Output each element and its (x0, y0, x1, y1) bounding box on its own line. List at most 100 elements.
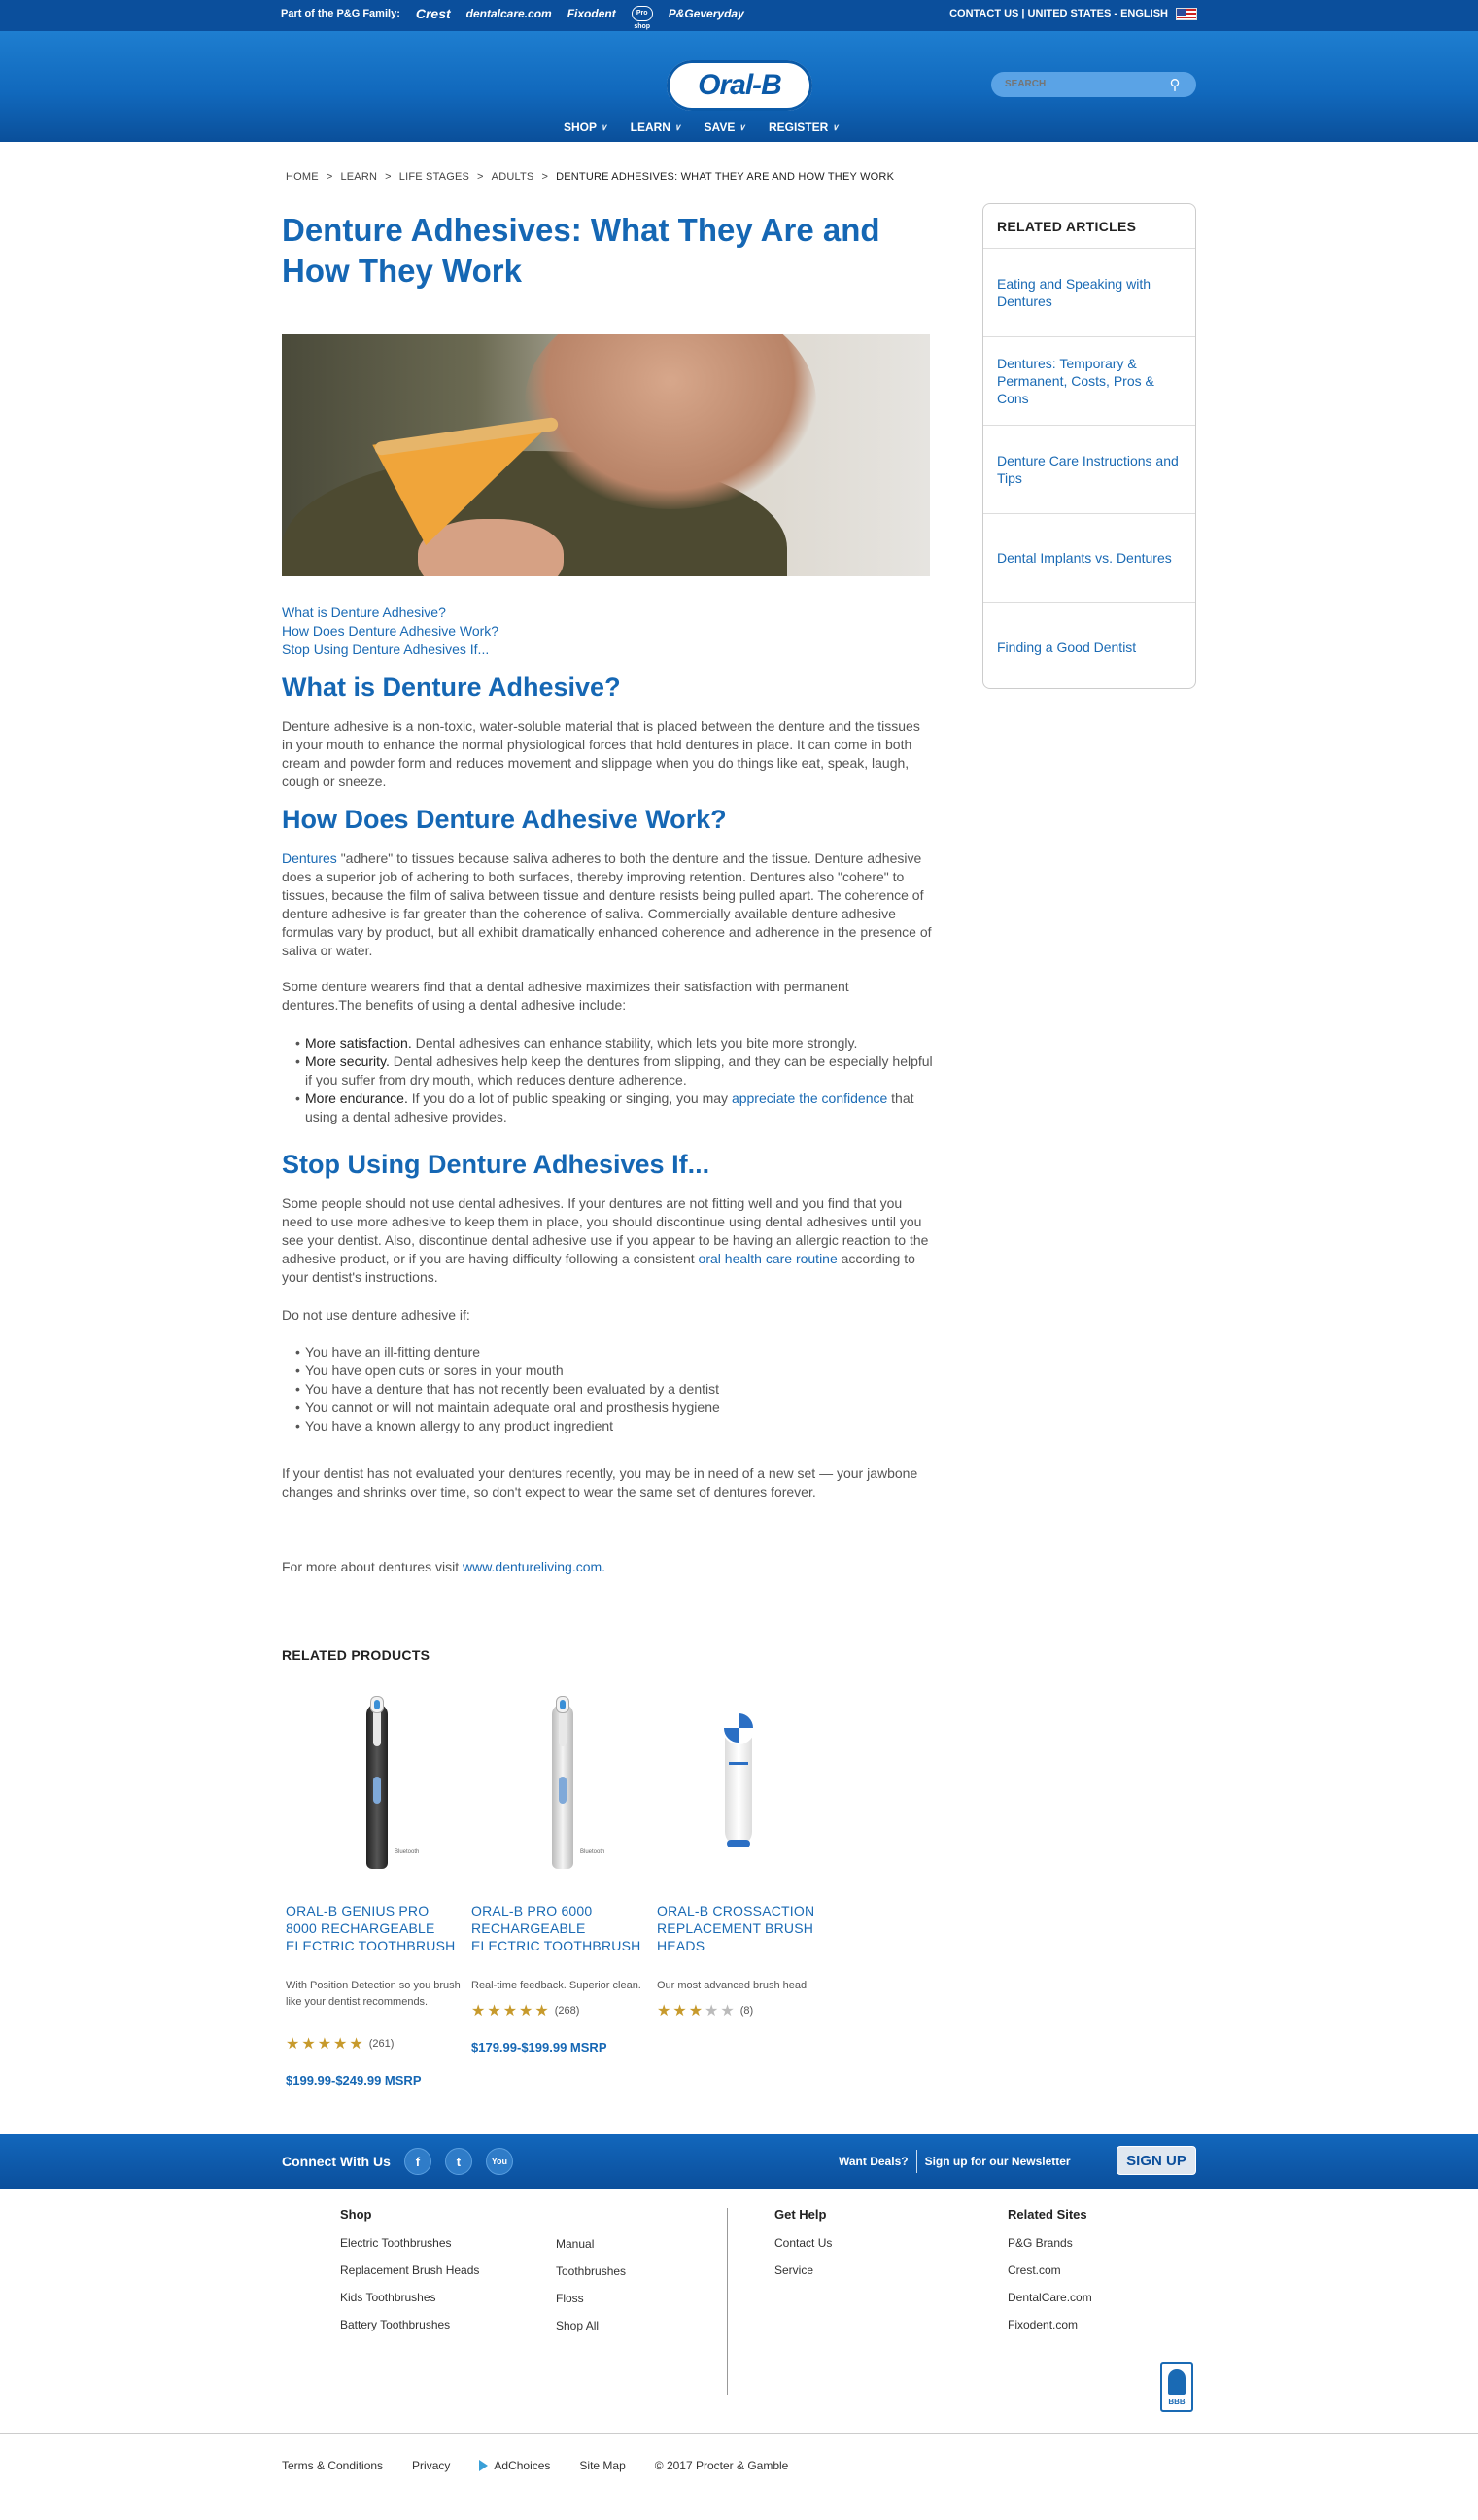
related-articles-title: RELATED ARTICLES (983, 204, 1195, 249)
related-article-link[interactable]: Eating and Speaking with Dentures (983, 249, 1195, 337)
us-flag-icon[interactable] (1176, 7, 1197, 20)
more-about-dentures: For more about dentures visit www.dentur… (282, 1559, 606, 1574)
footer-heading-shop: Shop (340, 2207, 372, 2222)
nav-learn[interactable]: LEARN ∨ (631, 121, 681, 134)
footer-link[interactable]: Kids Toothbrushes (340, 2290, 479, 2317)
dentalcare-link[interactable]: dentalcare.com (466, 7, 552, 20)
product-name-link[interactable]: ORAL-B CROSSACTION REPLACEMENT BRUSH HEA… (657, 1902, 832, 1954)
nav-register[interactable]: REGISTER ∨ (769, 121, 839, 134)
product-rating[interactable]: ★★★★★ (268) (471, 2001, 646, 2020)
related-article-link[interactable]: Finding a Good Dentist (983, 603, 1195, 691)
list-item: More security. Dental adhesives help kee… (295, 1053, 937, 1089)
footer-link[interactable]: Fixodent.com (1008, 2317, 1092, 2344)
footer-link[interactable]: DentalCare.com (1008, 2290, 1092, 2317)
contact-locale-link[interactable]: CONTACT US | UNITED STATES - ENGLISH (949, 8, 1168, 19)
footer-related-sites-column: Related Sites P&G Brands Crest.com Denta… (1008, 2207, 1092, 2344)
twitter-icon[interactable]: t (444, 2148, 472, 2175)
breadcrumb-adults[interactable]: ADULTS (492, 171, 534, 183)
pro-shop-link[interactable]: Pro shop (631, 6, 653, 30)
breadcrumb-learn[interactable]: LEARN (340, 171, 377, 183)
nav-save[interactable]: SAVE ∨ (705, 121, 745, 134)
footer-link[interactable]: Crest.com (1008, 2262, 1092, 2290)
oral-health-routine-link[interactable]: oral health care routine (699, 1251, 838, 1266)
closing-paragraph: If your dentist has not evaluated your d… (282, 1466, 918, 1500)
facebook-icon[interactable]: f (403, 2148, 431, 2175)
privacy-link[interactable]: Privacy (412, 2459, 450, 2472)
nav-shop[interactable]: SHOP ∨ (564, 121, 607, 134)
chevron-down-icon: ∨ (832, 121, 839, 132)
dentures-link[interactable]: Dentures (282, 850, 337, 866)
footer-link[interactable]: Replacement Brush Heads (340, 2262, 479, 2290)
site-map-link[interactable]: Site Map (579, 2459, 625, 2472)
footer-help-column: Get Help Contact Us Service (774, 2207, 832, 2290)
connect-band: Connect With Us f t You Want Deals? Sign… (0, 2134, 1478, 2189)
legal-links: Terms & Conditions Privacy AdChoices Sit… (282, 2459, 788, 2472)
related-article-link[interactable]: Dentures: Temporary & Permanent, Costs, … (983, 337, 1195, 426)
oral-b-logo[interactable]: Oral-B (667, 60, 812, 111)
locale-links: CONTACT US | UNITED STATES - ENGLISH (949, 0, 1197, 27)
footer-shop-column: Shop Electric Toothbrushes Replacement B… (340, 2207, 479, 2344)
product-rating[interactable]: ★★★★★ (8) (657, 2001, 832, 2020)
product-description: With Position Detection so you brush lik… (286, 1980, 461, 2008)
crest-link[interactable]: Crest (416, 6, 451, 21)
related-article-link[interactable]: Denture Care Instructions and Tips (983, 426, 1195, 514)
section-body-benefits-intro: Some denture wearers find that a dental … (282, 979, 849, 1013)
product-name-link[interactable]: ORAL-B GENIUS PRO 8000 RECHARGEABLE ELEC… (286, 1902, 461, 1954)
toc-link-what-is[interactable]: What is Denture Adhesive? (282, 604, 498, 622)
product-image-pro-6000[interactable]: Bluetooth (471, 1696, 646, 1871)
related-products-title: RELATED PRODUCTS (282, 1647, 430, 1663)
benefits-list: More satisfaction. Dental adhesives can … (295, 1034, 937, 1126)
footer-heading-related-sites: Related Sites (1008, 2207, 1087, 2222)
list-item: You have a denture that has not recently… (295, 1380, 937, 1398)
footer-link[interactable]: Contact Us (774, 2235, 832, 2262)
product-card: Bluetooth ORAL-B PRO 6000 RECHARGEABLE E… (471, 1696, 646, 2054)
section-heading-how-works: How Does Denture Adhesive Work? (282, 805, 727, 834)
footer-link[interactable]: Service (774, 2262, 832, 2290)
fixodent-link[interactable]: Fixodent (567, 7, 616, 20)
bluetooth-badge: Bluetooth (580, 1849, 605, 1855)
page-title: Denture Adhesives: What They Are and How… (282, 212, 880, 289)
terms-link[interactable]: Terms & Conditions (282, 2459, 383, 2472)
search-icon[interactable]: ⚲ (1162, 74, 1187, 95)
youtube-icon[interactable]: You (485, 2148, 513, 2175)
copyright-text: © 2017 Procter & Gamble (654, 2459, 789, 2472)
toc-link-stop-using[interactable]: Stop Using Denture Adhesives If... (282, 640, 498, 659)
product-price: $179.99-$199.99 MSRP (471, 2040, 607, 2054)
breadcrumb-life-stages[interactable]: LIFE STAGES (399, 171, 469, 183)
product-image-genius-8000[interactable]: Bluetooth (286, 1696, 461, 1871)
connect-label: Connect With Us (282, 2154, 391, 2169)
pg-family-bar: Part of the P&G Family: Crest dentalcare… (0, 0, 1478, 31)
pg-everyday-link[interactable]: P&Geveryday (669, 7, 744, 20)
footer-link[interactable]: Manual (556, 2236, 626, 2263)
product-rating[interactable]: ★★★★★ (261) (286, 2034, 461, 2054)
chevron-down-icon: ∨ (739, 121, 745, 132)
footer-link[interactable]: Electric Toothbrushes (340, 2235, 479, 2262)
product-image-crossaction-heads[interactable] (657, 1696, 832, 1871)
chevron-down-icon: ∨ (673, 121, 681, 132)
bluetooth-badge: Bluetooth (395, 1849, 420, 1855)
site-header: Oral-B ⚲ SHOP∨ LEARN∨ SAVE∨ REGISTER∨ (0, 31, 1478, 142)
breadcrumb-home[interactable]: HOME (286, 171, 319, 183)
footer-link[interactable]: Shop All (556, 2318, 626, 2345)
sign-up-button[interactable]: SIGN UP (1117, 2146, 1196, 2175)
footer-link[interactable]: Floss (556, 2291, 626, 2318)
list-item: You cannot or will not maintain adequate… (295, 1398, 937, 1417)
product-name-link[interactable]: ORAL-B PRO 6000 RECHARGEABLE ELECTRIC TO… (471, 1902, 646, 1954)
footer-link[interactable]: Battery Toothbrushes (340, 2317, 479, 2344)
dentureliving-link[interactable]: www.dentureliving.com. (463, 1559, 605, 1574)
footer-link[interactable]: Toothbrushes (556, 2263, 626, 2291)
bbb-accreditation-icon[interactable]: BBB (1160, 2362, 1193, 2412)
hero-image-man-eating-pizza (282, 334, 930, 576)
do-not-use-list: You have an ill-fitting denture You have… (295, 1343, 937, 1435)
list-item: You have a known allergy to any product … (295, 1417, 937, 1435)
adchoices-link[interactable]: AdChoices (479, 2459, 550, 2472)
list-item: You have open cuts or sores in your mout… (295, 1362, 937, 1380)
appreciate-confidence-link[interactable]: appreciate the confidence (732, 1090, 887, 1106)
do-not-use-intro: Do not use denture adhesive if: (282, 1307, 470, 1323)
toc-link-how-works[interactable]: How Does Denture Adhesive Work? (282, 622, 498, 640)
breadcrumb: HOME > LEARN > LIFE STAGES > ADULTS > DENTUR… (286, 171, 895, 183)
main-nav: SHOP ∨ LEARN ∨ SAVE ∨ REGISTER ∨ (564, 121, 839, 134)
footer-rule (0, 2433, 1478, 2434)
footer-link[interactable]: P&G Brands (1008, 2235, 1092, 2262)
related-article-link[interactable]: Dental Implants vs. Dentures (983, 514, 1195, 603)
